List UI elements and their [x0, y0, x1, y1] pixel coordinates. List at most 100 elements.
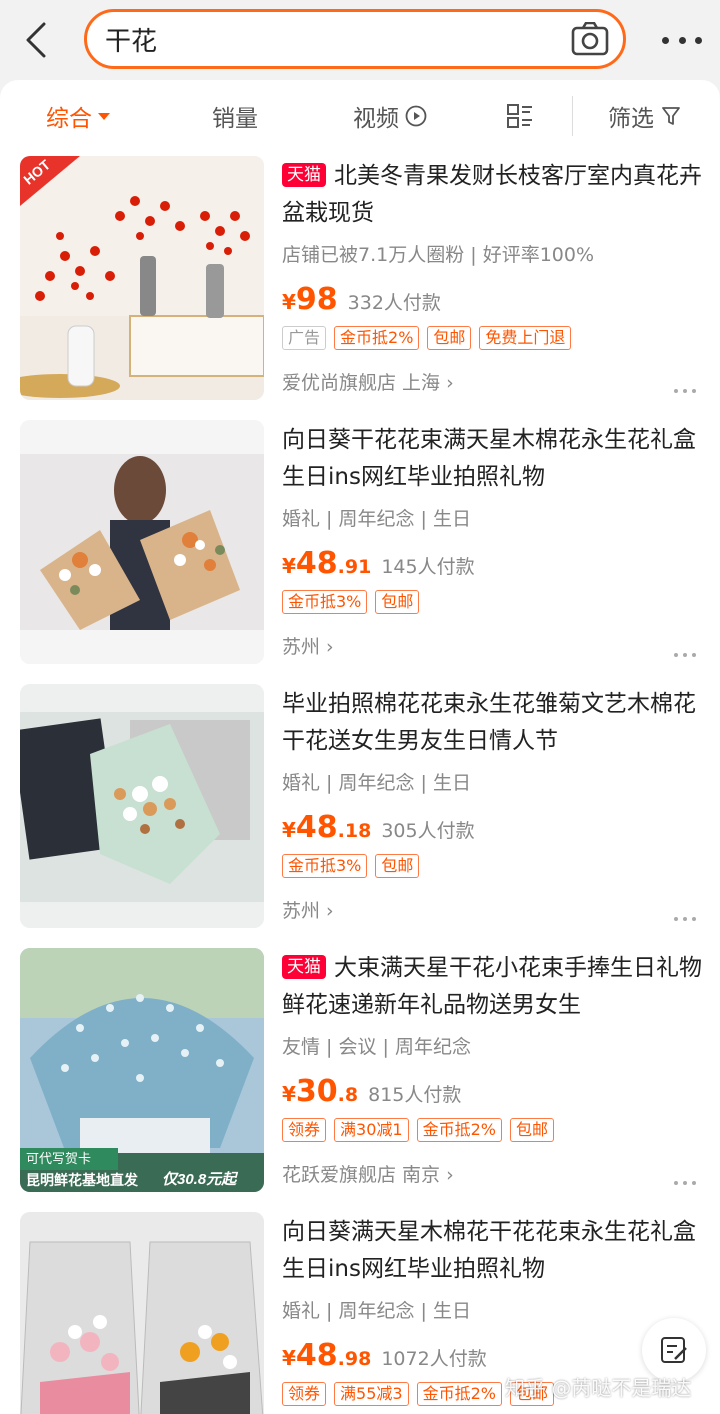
item-more-icon[interactable] — [674, 650, 696, 660]
thumb-banner: 昆明鲜花基地直发 — [26, 1172, 138, 1188]
caret-down-icon — [98, 112, 110, 120]
price-row: ¥ 30 .8 815人付款 — [282, 1074, 702, 1114]
product-title-text: 北美冬青果发财长枝客厅室内真花卉盆栽现货 — [282, 163, 702, 226]
currency-symbol: ¥ — [282, 818, 296, 842]
product-title[interactable]: 向日葵满天星木棉花干花花束永生花礼盒生日ins网红毕业拍照礼物 — [282, 1214, 702, 1288]
product-title-text: 毕业拍照棉花花束永生花雏菊文艺木棉花干花送女生男友生日情人节 — [282, 691, 696, 754]
tab-filter[interactable]: 筛选 — [608, 80, 680, 152]
item-more-icon[interactable] — [674, 386, 696, 396]
tab-video-label: 视频 — [353, 106, 399, 132]
sold-count: 332人付款 — [347, 292, 441, 314]
shop-link[interactable]: 苏州 › — [282, 896, 702, 924]
product-tags: 婚礼 | 周年纪念 | 生日 — [282, 1300, 471, 1322]
play-icon — [405, 105, 427, 127]
price-integer: 48 — [295, 546, 338, 581]
shop-link[interactable]: 花跃爱旗舰店 南京 › — [282, 1160, 702, 1188]
layout-toggle[interactable] — [506, 80, 534, 152]
product-card[interactable]: HOT 天猫 北美冬青果发财长枝客厅室内真花卉盆栽现货 店铺已被7.1万人圈粉 |… — [0, 152, 720, 416]
promo-badge: 金币抵2% — [416, 1382, 502, 1406]
more-options-icon[interactable] — [662, 26, 702, 54]
product-image[interactable] — [20, 1212, 264, 1414]
shop-link[interactable]: 爱优尚旗舰店 上海 › — [282, 368, 702, 396]
tab-sales[interactable]: 销量 — [212, 80, 258, 152]
product-info: 天猫 大束满天星干花小花束手捧生日礼物鲜花速递新年礼品物送男女生 友情 | 会议 … — [282, 944, 702, 1188]
currency-symbol: ¥ — [282, 1346, 296, 1370]
product-info: 向日葵干花花束满天星木棉花永生花礼盒生日ins网红毕业拍照礼物 婚礼 | 周年纪… — [282, 416, 702, 660]
promo-badge: 金币抵3% — [282, 854, 368, 878]
shop-link[interactable]: 苏州 › — [282, 632, 702, 660]
price-decimal: .18 — [337, 820, 372, 842]
promo-badge: 满55减3 — [334, 1382, 409, 1406]
product-info: 天猫 北美冬青果发财长枝客厅室内真花卉盆栽现货 店铺已被7.1万人圈粉 | 好评率… — [282, 152, 702, 396]
price-integer: 98 — [295, 282, 338, 317]
product-title[interactable]: 天猫 北美冬青果发财长枝客厅室内真花卉盆栽现货 — [282, 158, 702, 232]
product-title-text: 向日葵满天星木棉花干花花束永生花礼盒生日ins网红毕业拍照礼物 — [282, 1219, 696, 1282]
product-image[interactable]: HOT — [20, 156, 264, 400]
funnel-icon — [662, 107, 680, 125]
promo-badge: 金币抵2% — [334, 326, 420, 350]
sort-filter-bar: 综合 销量 视频 筛选 — [0, 80, 720, 152]
product-card[interactable]: 可代写贺卡 昆明鲜花基地直发 仅30.8元起 天猫 大束满天星干花小花束手捧生日礼… — [0, 944, 720, 1208]
product-info: 毕业拍照棉花花束永生花雏菊文艺木棉花干花送女生男友生日情人节 婚礼 | 周年纪念… — [282, 680, 702, 924]
promo-badge: 包邮 — [509, 1118, 554, 1142]
tmall-badge: 天猫 — [282, 955, 326, 979]
promo-badge: 满30减1 — [334, 1118, 409, 1142]
promo-badge: 包邮 — [375, 590, 420, 614]
tab-sales-label: 销量 — [212, 106, 258, 132]
sold-count: 815人付款 — [368, 1084, 462, 1106]
product-tags: 店铺已被7.1万人圈粉 | 好评率100% — [282, 244, 595, 266]
currency-symbol: ¥ — [282, 1082, 296, 1106]
product-image[interactable]: 可代写贺卡 昆明鲜花基地直发 仅30.8元起 — [20, 948, 264, 1192]
sold-count: 1072人付款 — [381, 1348, 487, 1370]
promo-badges: 金币抵3% 包邮 — [282, 590, 702, 618]
search-query: 干花 — [105, 26, 158, 57]
price-decimal: .98 — [337, 1348, 372, 1370]
tmall-badge: 天猫 — [282, 163, 326, 187]
product-tags: 婚礼 | 周年纪念 | 生日 — [282, 772, 471, 794]
promo-badge: 金币抵3% — [282, 590, 368, 614]
back-icon[interactable] — [18, 20, 54, 60]
promo-badges: 领券 满30减1 金币抵2% 包邮 — [282, 1118, 702, 1146]
product-tags: 婚礼 | 周年纪念 | 生日 — [282, 508, 471, 530]
currency-symbol: ¥ — [282, 554, 296, 578]
coupon-badge[interactable]: 领券 — [282, 1382, 327, 1406]
coupon-badge[interactable]: 领券 — [282, 1118, 327, 1142]
tab-filter-label: 筛选 — [608, 106, 654, 132]
promo-badges: 广告 金币抵2% 包邮 免费上门退 — [282, 326, 702, 354]
camera-icon[interactable] — [571, 21, 609, 56]
tab-video[interactable]: 视频 — [353, 80, 427, 152]
price-integer: 48 — [295, 1338, 338, 1373]
product-title[interactable]: 毕业拍照棉花花束永生花雏菊文艺木棉花干花送女生男友生日情人节 — [282, 686, 702, 760]
thumb-price: 仅30.8元起 — [162, 1171, 237, 1188]
price-integer: 48 — [295, 810, 338, 845]
thumb-tag: 可代写贺卡 — [26, 1151, 92, 1166]
product-tags: 友情 | 会议 | 周年纪念 — [282, 1036, 471, 1058]
product-image[interactable] — [20, 684, 264, 928]
ad-badge: 广告 — [282, 326, 327, 350]
currency-symbol: ¥ — [282, 290, 296, 314]
product-card[interactable]: 毕业拍照棉花花束永生花雏菊文艺木棉花干花送女生男友生日情人节 婚礼 | 周年纪念… — [0, 680, 720, 944]
watermark: 知乎 @芮哒不是瑞达 — [505, 1376, 692, 1400]
price-row: ¥ 98 332人付款 — [282, 282, 702, 322]
price-row: ¥ 48 .18 305人付款 — [282, 810, 702, 850]
item-more-icon[interactable] — [674, 1178, 696, 1188]
tab-comprehensive[interactable]: 综合 — [46, 80, 110, 152]
promo-badge: 金币抵2% — [416, 1118, 502, 1142]
price-row: ¥ 48 .91 145人付款 — [282, 546, 702, 586]
item-more-icon[interactable] — [674, 914, 696, 924]
product-title[interactable]: 天猫 大束满天星干花小花束手捧生日礼物鲜花速递新年礼品物送男女生 — [282, 950, 702, 1024]
price-decimal: .8 — [337, 1084, 359, 1106]
promo-badge: 包邮 — [375, 854, 420, 878]
price-integer: 30 — [295, 1074, 338, 1109]
search-input[interactable]: 干花 — [84, 9, 626, 69]
product-title[interactable]: 向日葵干花花束满天星木棉花永生花礼盒生日ins网红毕业拍照礼物 — [282, 422, 702, 496]
promo-badge: 免费上门退 — [479, 326, 572, 350]
divider — [572, 96, 573, 136]
promo-badges: 金币抵3% 包邮 — [282, 854, 702, 882]
product-card[interactable]: 向日葵干花花束满天星木棉花永生花礼盒生日ins网红毕业拍照礼物 婚礼 | 周年纪… — [0, 416, 720, 680]
product-image[interactable] — [20, 420, 264, 664]
list-layout-icon — [507, 104, 532, 128]
price-decimal: .91 — [337, 556, 372, 578]
tab-comprehensive-label: 综合 — [46, 106, 92, 132]
product-title-text: 大束满天星干花小花束手捧生日礼物鲜花速递新年礼品物送男女生 — [282, 955, 702, 1018]
